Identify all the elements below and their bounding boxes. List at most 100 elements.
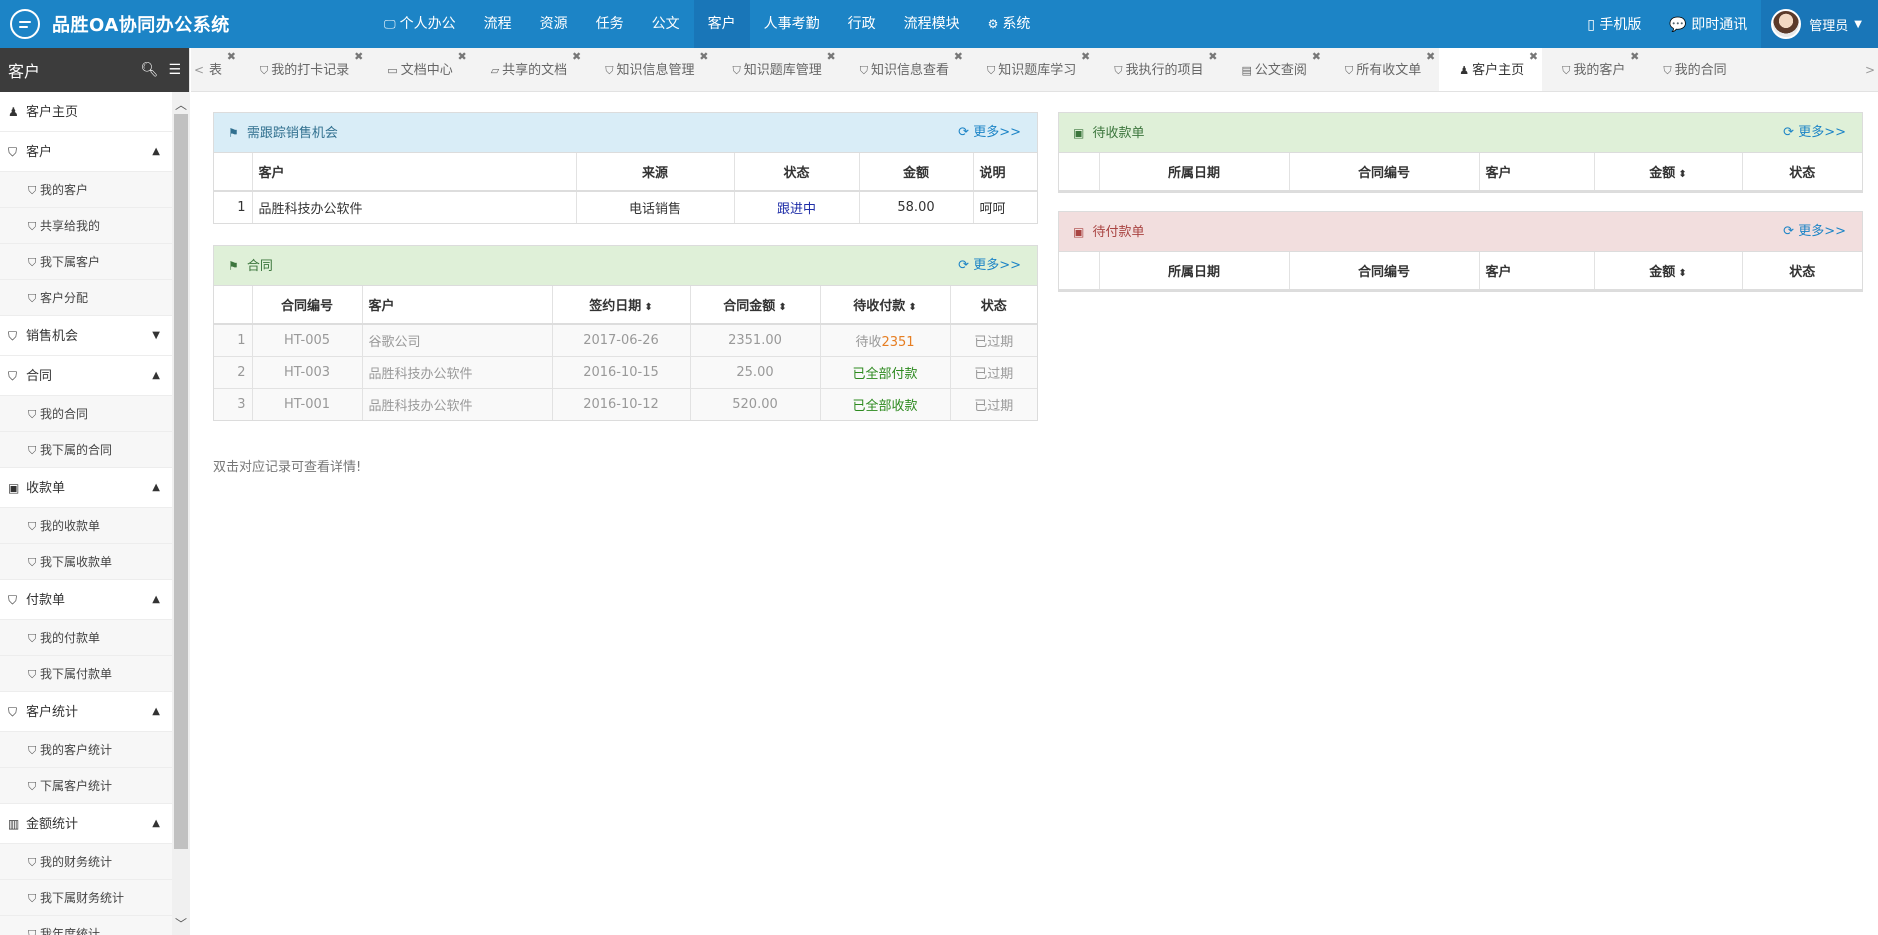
sidebar-item[interactable]: ⛉ 我的财务统计 (0, 844, 172, 880)
sidebar-group-label: 销售机会 (26, 329, 79, 344)
nav-item-1[interactable]: 流程 (470, 0, 526, 48)
sidebar-item[interactable]: ⛉ 我的客户统计 (0, 732, 172, 768)
sidebar-item[interactable]: ⛉ 我下属收款单 (0, 544, 172, 580)
col-customer: 客户 (362, 286, 553, 325)
close-icon[interactable]: ✖ (354, 48, 363, 80)
col-index (1059, 153, 1100, 192)
bookmark-icon: ⛉ (8, 145, 18, 159)
tab-scroll-left-icon[interactable]: < (191, 48, 207, 91)
tab-item[interactable]: ⛉ 知识信息查看 ✖ (840, 48, 967, 91)
sidebar-item[interactable]: ⛉ 我的客户 (0, 172, 172, 208)
sidebar-group[interactable]: ▣ 收款单 ▲ (0, 468, 172, 508)
scroll-thumb[interactable] (174, 114, 188, 849)
tab-item[interactable]: ⛉ 我的客户 ✖ (1542, 48, 1643, 91)
sidebar-scrollbar[interactable]: ︿ ﹀ (172, 92, 190, 935)
table-row[interactable]: 2 HT-003 品胜科技办公软件 2016-10-15 25.00 已全部付款 已过期 (214, 355, 1037, 388)
tab-item[interactable]: ⛉ 我执行的项目 ✖ (1094, 48, 1221, 91)
sidebar-item[interactable]: ⛉ 下属客户统计 (0, 768, 172, 804)
tab-scroll-right-icon[interactable]: > (1862, 48, 1878, 91)
nav-item-4[interactable]: 公文 (638, 0, 694, 48)
close-icon[interactable]: ✖ (699, 48, 708, 80)
scroll-down-icon[interactable]: ﹀ (172, 915, 190, 933)
sort-icon[interactable]: ⬍ (778, 302, 786, 313)
more-link[interactable]: ⟳ 更多>> (1783, 113, 1846, 153)
sidebar-item[interactable]: ⛉ 我下属付款单 (0, 656, 172, 692)
chat-logo-icon (10, 9, 40, 39)
tab-item[interactable]: ▤ 公文查阅 ✖ (1222, 48, 1325, 91)
col-contract-amount[interactable]: 合同金额 ⬍ (690, 286, 821, 325)
more-link[interactable]: ⟳ 更多>> (958, 246, 1021, 286)
table-row[interactable]: 1 品胜科技办公软件 电话销售 跟进中 58.00 呵呵 (214, 190, 1037, 223)
brand[interactable]: 品胜OA协同办公系统 (0, 9, 370, 39)
col-pending-payment[interactable]: 待收付款 ⬍ (820, 286, 951, 325)
col-sign-date[interactable]: 签约日期 ⬍ (552, 286, 691, 325)
sidebar-group[interactable]: ⛉ 客户统计 ▲ (0, 692, 172, 732)
nav-item-3[interactable]: 任务 (582, 0, 638, 48)
nav-item-0[interactable]: 🖵 个人办公 (370, 0, 470, 48)
sidebar-group[interactable]: ⛉ 合同 ▲ (0, 356, 172, 396)
sort-icon[interactable]: ⬍ (1678, 268, 1686, 279)
tab-item[interactable]: ⛉ 我的合同 (1643, 48, 1744, 91)
sidebar-item[interactable]: ⛉ 我下属的合同 (0, 432, 172, 468)
sidebar-group[interactable]: ⛉ 付款单 ▲ (0, 580, 172, 620)
table-row[interactable]: 3 HT-001 品胜科技办公软件 2016-10-12 520.00 已全部收款 已过期 (214, 387, 1037, 420)
scroll-up-icon[interactable]: ︿ (172, 96, 190, 114)
sidebar-group[interactable]: ▥ 金额统计 ▲ (0, 804, 172, 844)
sort-icon[interactable]: ⬍ (908, 302, 916, 313)
sort-icon[interactable]: ⬍ (644, 302, 652, 313)
close-icon[interactable]: ✖ (572, 48, 581, 80)
close-icon[interactable]: ✖ (1426, 48, 1435, 80)
sidebar-item-label: 客户分配 (40, 291, 89, 305)
tab-item[interactable]: ⛉ 所有收文单 ✖ (1325, 48, 1439, 91)
close-icon[interactable]: ✖ (954, 48, 963, 80)
tab-item[interactable]: 表 ✖ (207, 48, 240, 91)
tab-item[interactable]: ⛉ 知识题库学习 ✖ (967, 48, 1094, 91)
more-link[interactable]: ⟳ 更多>> (958, 113, 1021, 153)
sidebar-item[interactable]: ⛉ 共享给我的 (0, 208, 172, 244)
col-amount[interactable]: 金额 ⬍ (1594, 252, 1743, 291)
close-icon[interactable]: ✖ (1208, 48, 1217, 80)
close-icon[interactable]: ✖ (1081, 48, 1090, 80)
search-icon[interactable]: 🔍︎ (141, 62, 159, 78)
sidebar-item[interactable]: ⛉ 我的合同 (0, 396, 172, 432)
close-icon[interactable]: ✖ (1529, 48, 1538, 80)
nav-item-7[interactable]: 行政 (834, 0, 890, 48)
col-index (214, 153, 253, 192)
close-icon[interactable]: ✖ (457, 48, 466, 80)
tab-item[interactable]: ⛉ 我的打卡记录 ✖ (240, 48, 367, 91)
sidebar-group-label: 客户 (26, 145, 53, 160)
nav-item-5[interactable]: 客户 (693, 0, 750, 48)
close-icon[interactable]: ✖ (1312, 48, 1321, 80)
close-icon[interactable]: ✖ (827, 48, 836, 80)
sidebar-item[interactable]: ⛉ 我年度统计 (0, 916, 172, 935)
tab-item[interactable]: ⛉ 知识题库管理 ✖ (712, 48, 839, 91)
sidebar-group[interactable]: ⛉ 客户 ▲ (0, 132, 172, 172)
sidebar-item[interactable]: ⛉ 客户分配 (0, 280, 172, 316)
tab-item[interactable]: ▭ 文档中心 ✖ (367, 48, 470, 91)
user-menu[interactable]: 管理员 ▼ (1761, 0, 1878, 48)
nav-item-2[interactable]: 资源 (526, 0, 582, 48)
sales-table: 客户 来源 状态 金额 说明 1 品胜科技办公软件 电话销售 跟进中 58.00 呵呵 (214, 153, 1037, 223)
table-row[interactable]: 1 HT-005 谷歌公司 2017-06-26 2351.00 待收2351 已过期 (214, 323, 1037, 356)
nav-item-6[interactable]: 人事考勤 (750, 0, 834, 48)
col-amount[interactable]: 金额 ⬍ (1594, 153, 1743, 192)
instant-message-link[interactable]: 💬 即时通讯 (1655, 14, 1761, 34)
menu-icon[interactable]: ☰ (168, 62, 181, 78)
sidebar-item[interactable]: ⛉ 我的付款单 (0, 620, 172, 656)
tab-item[interactable]: ▱ 共享的文档 ✖ (471, 48, 585, 91)
mobile-version-link[interactable]: ▯ 手机版 (1573, 14, 1655, 34)
nav-item-8[interactable]: 流程模块 (890, 0, 974, 48)
app-title: 品胜OA协同办公系统 (52, 15, 230, 36)
sidebar-item[interactable]: ⛉ 我下属财务统计 (0, 880, 172, 916)
sort-icon[interactable]: ⬍ (1678, 169, 1686, 180)
sidebar-item[interactable]: ⛉ 我的收款单 (0, 508, 172, 544)
sidebar-group[interactable]: ⛉ 销售机会 ▼ (0, 316, 172, 356)
close-icon[interactable]: ✖ (227, 48, 236, 80)
sidebar-item[interactable]: ⛉ 我下属客户 (0, 244, 172, 280)
sidebar-group[interactable]: ♟ 客户主页 (0, 92, 172, 132)
close-icon[interactable]: ✖ (1630, 48, 1639, 80)
more-link[interactable]: ⟳ 更多>> (1783, 212, 1846, 252)
tab-item[interactable]: ♟ 客户主页 ✖ (1439, 48, 1543, 91)
tab-item[interactable]: ⛉ 知识信息管理 ✖ (585, 48, 712, 91)
nav-item-9[interactable]: ⚙ 系统 (974, 0, 1045, 48)
